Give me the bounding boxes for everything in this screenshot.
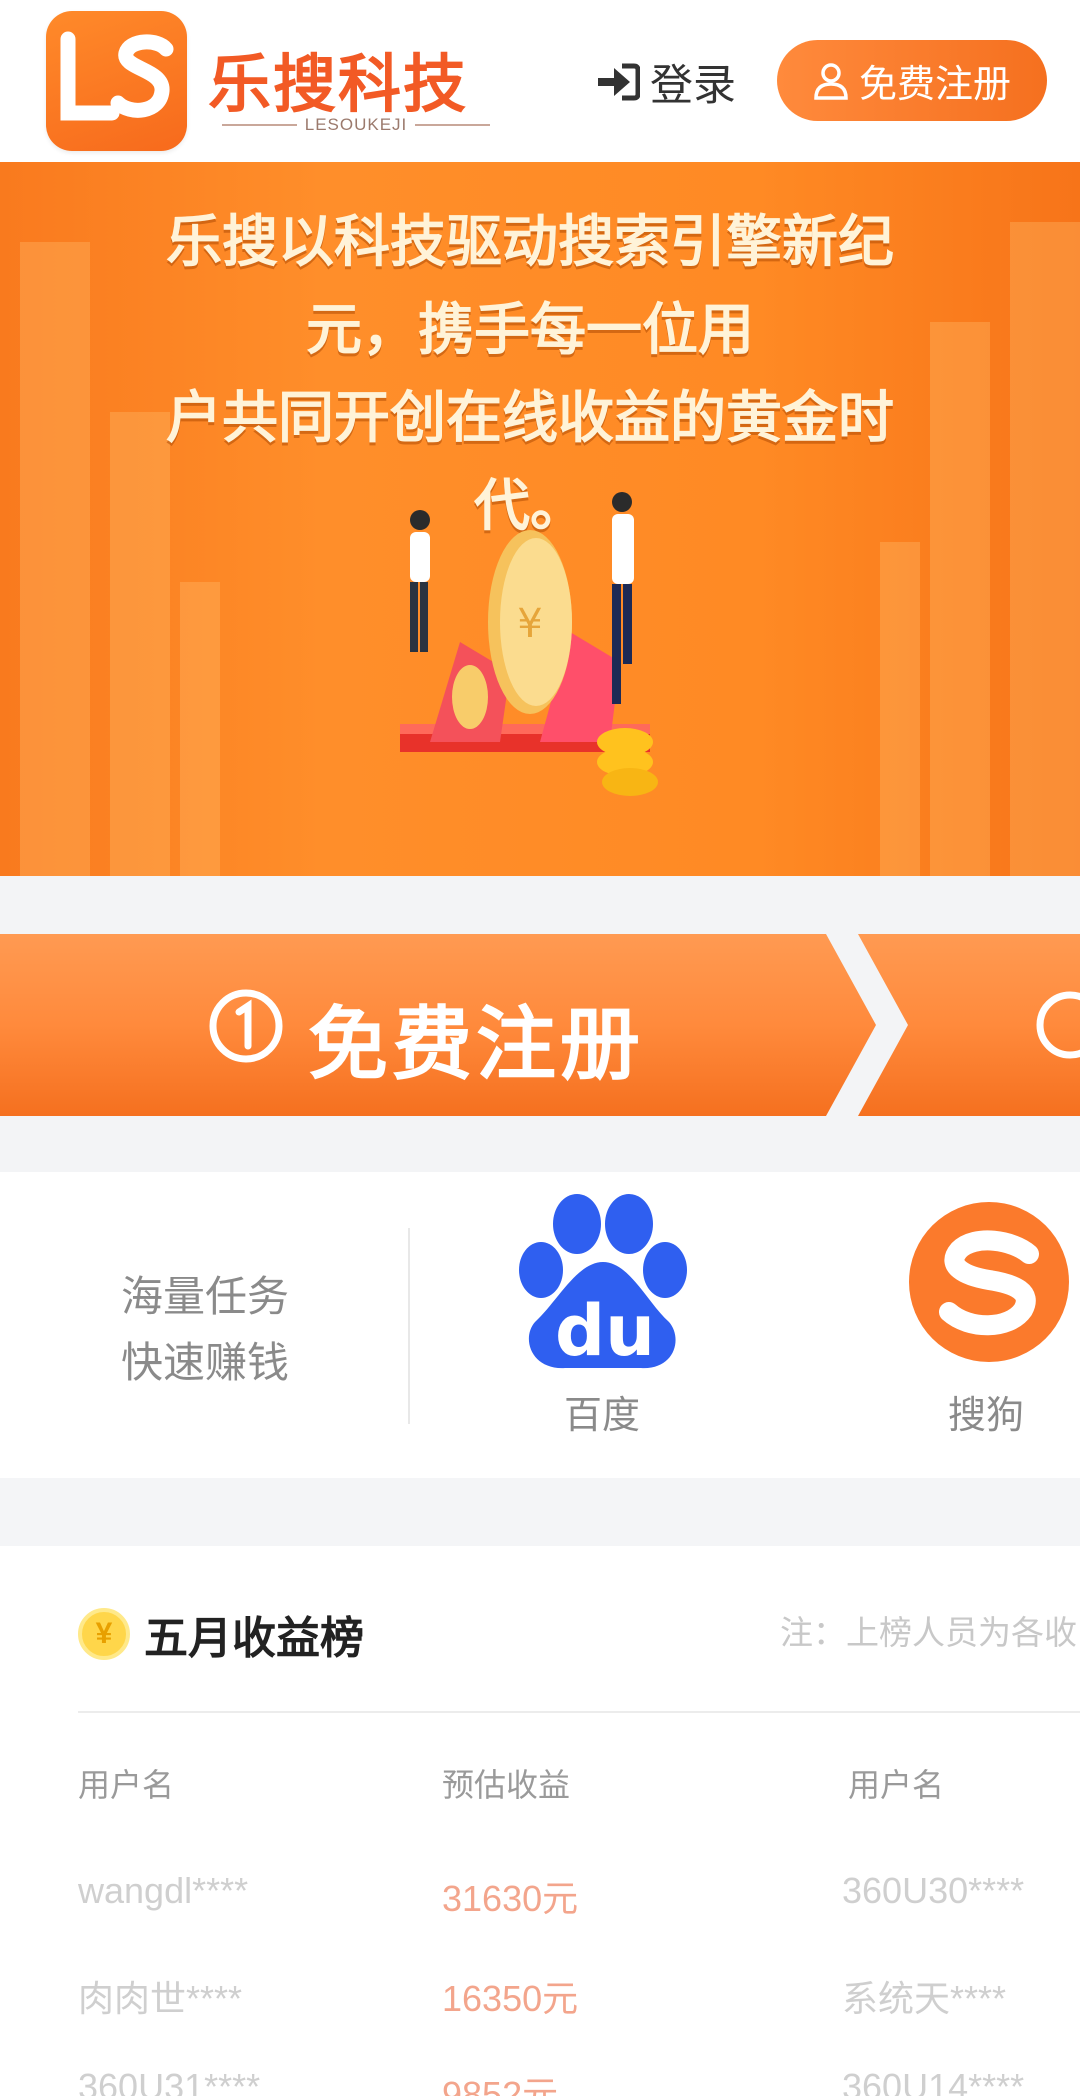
ranking-header: ¥ 五月收益榜 (78, 1602, 364, 1666)
search-engines-card: 海量任务 快速赚钱 du 百度 搜狗 (0, 1172, 1080, 1478)
register-button[interactable]: 免费注册 (777, 40, 1047, 121)
banner-pillar (880, 542, 920, 876)
step-one-label[interactable]: 免费注册 (308, 980, 644, 1096)
column-header-income: 预估收益 (442, 1767, 571, 1803)
engine-name-baidu: 百度 (563, 1395, 640, 1437)
step-one-circle-icon (209, 989, 283, 1063)
engine-name-sogou: 搜狗 (947, 1395, 1024, 1437)
ls-logo-icon[interactable] (46, 11, 187, 151)
baidu-paw-icon: du (519, 1194, 687, 1372)
table-cell-user: wangdl**** (78, 1870, 249, 1911)
table-cell-user-2: 系统天**** (842, 1978, 1007, 2019)
banner-pillar (20, 242, 90, 876)
column-header-username: 用户名 (78, 1767, 175, 1803)
svg-text:¥: ¥ (517, 601, 542, 647)
column-header-username-2: 用户名 (848, 1767, 945, 1803)
banner-pillar (930, 322, 990, 876)
table-cell-income: 9852元 (442, 2074, 559, 2096)
ranking-divider (78, 1711, 1080, 1713)
table-cell-user-2: 360U14**** (842, 2066, 1025, 2096)
engine-item-baidu[interactable]: du 百度 (502, 1192, 702, 1439)
banner-pillar (1010, 222, 1080, 876)
coin-people-illustration: ¥ (400, 492, 658, 796)
table-cell-user: 肉肉世**** (78, 1978, 243, 2019)
login-button[interactable]: 登录 (596, 54, 736, 110)
banner-pillar (180, 582, 220, 876)
ranking-note: 注：上榜人员为各收 (780, 1614, 1077, 1651)
sign-in-icon (598, 63, 640, 101)
user-icon (814, 62, 848, 100)
table-cell-income: 16350元 (442, 1978, 579, 2019)
ranking-title: 五月收益榜 (144, 1614, 364, 1663)
engine-item-sogou[interactable]: 搜狗 (886, 1192, 1080, 1439)
top-header: 乐搜科技 LESOUKEJI 登录 免费注册 (0, 0, 1080, 162)
sogou-s-icon (909, 1202, 1069, 1362)
table-cell-user-2: 360U30**** (842, 1870, 1025, 1911)
income-ranking: ¥ 五月收益榜 注：上榜人员为各收 用户名 预估收益 用户名 wangdl***… (0, 1546, 1080, 2096)
svg-text:du: du (555, 1290, 655, 1372)
steps-strip: 免费注册 (0, 876, 1080, 1172)
login-label: 登录 (650, 62, 736, 110)
yuan-coin-icon: ¥ (78, 1608, 130, 1660)
hero-banner[interactable]: 乐搜以科技驱动搜索引擎新纪元，携手每一位用 户共同开创在线收益的黄金时代。 ¥ (0, 162, 1080, 876)
table-cell-user: 360U31**** (78, 2066, 261, 2096)
vertical-divider (408, 1228, 410, 1424)
brand-subtitle: LESOUKEJI (222, 114, 491, 136)
table-cell-income: 31630元 (442, 1878, 579, 1919)
brand-title: 乐搜科技 (208, 50, 468, 120)
engines-slogan: 海量任务 快速赚钱 (120, 1273, 289, 1386)
register-label: 免费注册 (858, 64, 1011, 106)
